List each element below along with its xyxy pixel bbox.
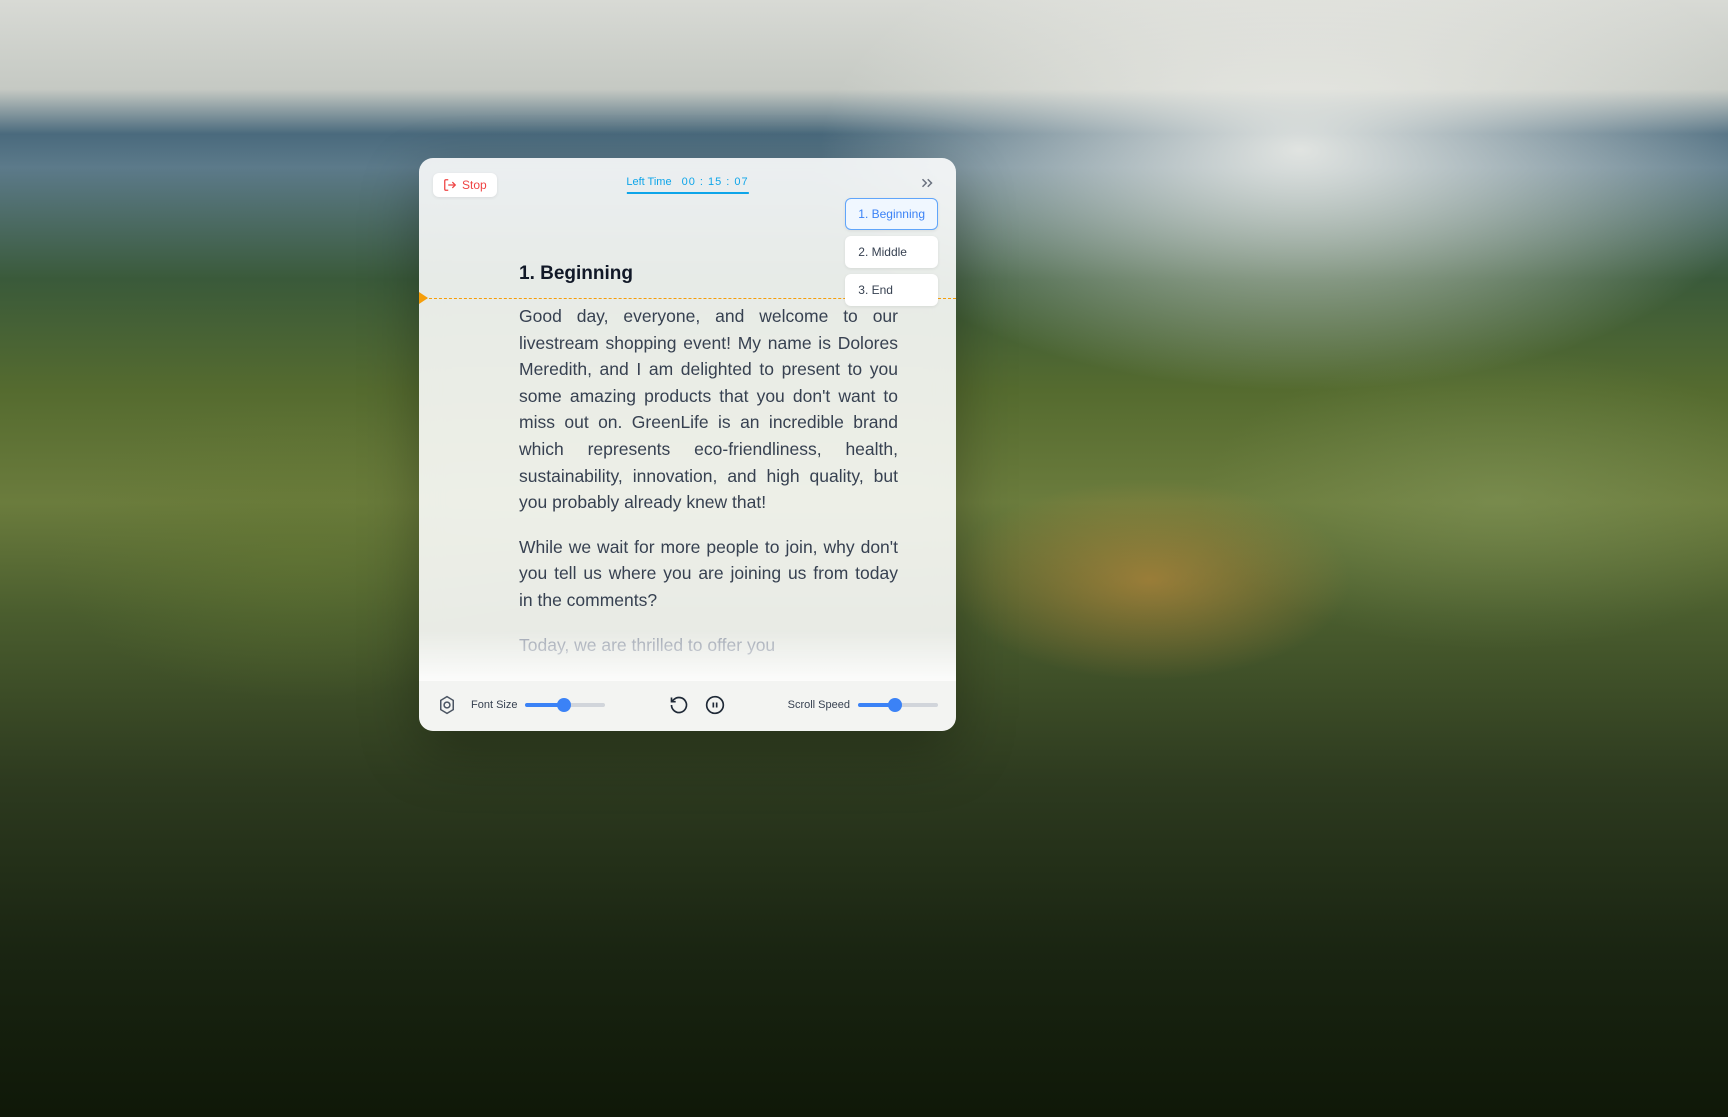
font-size-control: Font Size bbox=[471, 699, 605, 711]
time-value: 00 : 15 : 07 bbox=[682, 176, 749, 188]
expand-button[interactable] bbox=[916, 172, 938, 197]
settings-button[interactable] bbox=[435, 693, 459, 717]
time-label: Left Time bbox=[626, 176, 671, 188]
chevron-double-right-icon bbox=[918, 174, 936, 192]
nav-item-end[interactable]: 3. End bbox=[845, 274, 938, 306]
panel-header: Stop Left Time 00 : 15 : 07 1. Beginning… bbox=[419, 158, 956, 205]
stop-button-label: Stop bbox=[462, 178, 487, 192]
restart-icon bbox=[669, 695, 689, 715]
exit-icon bbox=[443, 178, 457, 192]
nav-item-middle[interactable]: 2. Middle bbox=[845, 236, 938, 268]
panel-footer: Font Size Scroll Speed bbox=[419, 681, 956, 731]
font-size-slider[interactable] bbox=[525, 703, 605, 707]
teleprompter-panel: Stop Left Time 00 : 15 : 07 1. Beginning… bbox=[419, 158, 956, 731]
script-paragraph: While we wait for more people to join, w… bbox=[519, 534, 898, 614]
scroll-speed-slider[interactable] bbox=[858, 703, 938, 707]
script-paragraph: Today, we are thrilled to offer you bbox=[519, 632, 898, 659]
scroll-speed-label: Scroll Speed bbox=[788, 699, 850, 711]
restart-button[interactable] bbox=[667, 693, 691, 717]
position-marker-icon bbox=[419, 292, 428, 304]
gear-icon bbox=[437, 695, 457, 715]
script-paragraph: Good day, everyone, and welcome to our l… bbox=[519, 303, 898, 516]
script-section-title: 1. Beginning bbox=[519, 263, 898, 285]
scroll-speed-control: Scroll Speed bbox=[788, 699, 938, 711]
nav-item-beginning[interactable]: 1. Beginning bbox=[845, 198, 938, 230]
stop-button[interactable]: Stop bbox=[433, 173, 497, 197]
time-badge: Left Time 00 : 15 : 07 bbox=[626, 176, 748, 194]
section-nav: 1. Beginning 2. Middle 3. End bbox=[845, 198, 938, 306]
font-size-label: Font Size bbox=[471, 699, 517, 711]
playback-controls bbox=[667, 693, 727, 717]
pause-button[interactable] bbox=[703, 693, 727, 717]
pause-icon bbox=[705, 695, 725, 715]
